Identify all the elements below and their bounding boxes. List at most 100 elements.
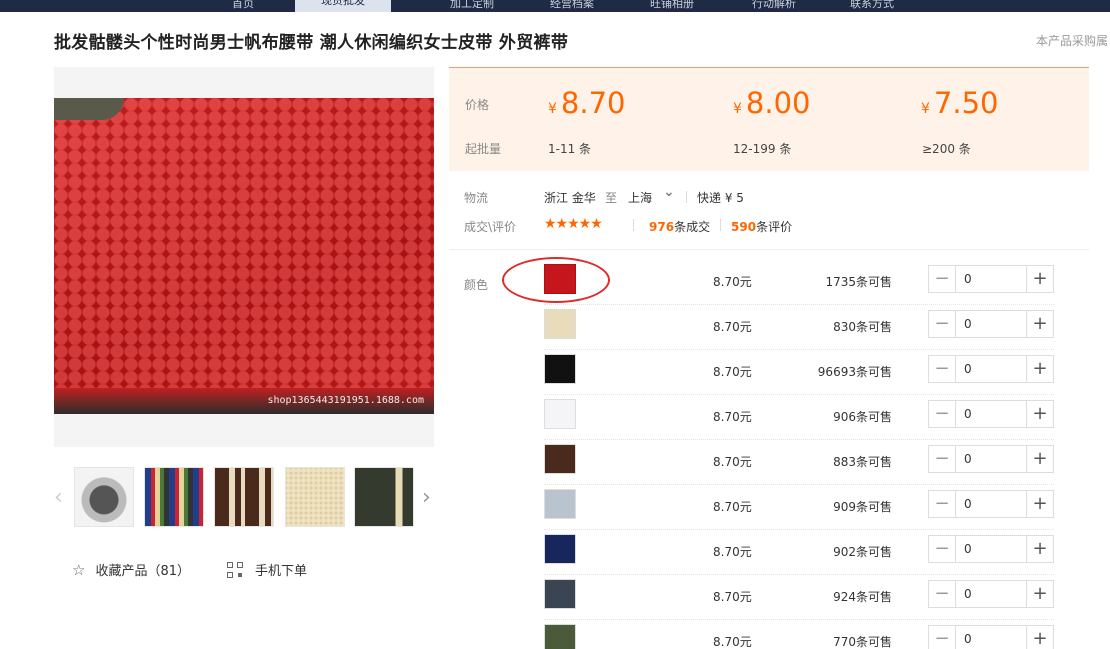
qty-range-2: 12-199 条 (733, 142, 792, 156)
sku-stock-value: 902 (833, 545, 856, 559)
sku-price-value: 8.70 (713, 365, 740, 379)
increment-button[interactable]: + (1026, 491, 1053, 517)
quantity-input[interactable]: 0 (956, 536, 1026, 562)
sku-stock: 924条可售 (833, 588, 892, 605)
sku-row: 8.70元 96693条可售 −0 + (544, 350, 1054, 395)
review-count[interactable]: 590条评价 (731, 218, 792, 235)
decrement-button[interactable]: − (929, 356, 956, 382)
decrement-button[interactable]: − (929, 266, 956, 292)
sku-price-suffix: 元 (739, 500, 752, 514)
sku-price: 8.70元 (713, 633, 752, 649)
quantity-input[interactable]: 0 (956, 311, 1026, 337)
quantity-stepper: −0 + (928, 445, 1054, 473)
increment-button[interactable]: + (1026, 266, 1053, 292)
decrement-button[interactable]: − (929, 626, 956, 649)
color-swatch[interactable] (544, 309, 576, 339)
quantity-input[interactable]: 0 (956, 581, 1026, 607)
quantity-stepper: −0 + (928, 625, 1054, 649)
mobile-order-button[interactable]: 手机下单 (227, 560, 307, 579)
price-tier-2-value: 8.00 (745, 86, 811, 120)
logistics-origin: 浙江 金华 (544, 191, 596, 205)
thumbnail-4[interactable] (285, 467, 345, 527)
nav-item-wholesale[interactable]: 现货批发 (295, 0, 391, 12)
color-swatch[interactable] (544, 444, 576, 474)
color-swatch[interactable] (544, 354, 576, 384)
next-thumbnail-arrow-icon[interactable]: › (422, 485, 431, 510)
thumbnail-5[interactable] (354, 467, 414, 527)
currency-symbol: ¥ (548, 101, 557, 117)
thumbnail-1[interactable] (74, 467, 134, 527)
sku-stock: 909条可售 (833, 498, 892, 515)
quantity-input[interactable]: 0 (956, 356, 1026, 382)
color-swatch[interactable] (544, 534, 576, 564)
decrement-button[interactable]: − (929, 401, 956, 427)
deals-suffix: 条成交 (674, 220, 711, 234)
increment-button[interactable]: + (1026, 581, 1053, 607)
chevron-down-icon[interactable]: ⌄ (663, 184, 675, 200)
nav-item-custom[interactable]: 加工定制 (450, 0, 494, 11)
top-nav: 首页 现货批发 加工定制 经营档案 旺铺相册 行动解析 联系方式 (0, 0, 1110, 12)
nav-item-home[interactable]: 首页 (232, 0, 254, 11)
quantity-stepper: −0 + (928, 580, 1054, 608)
quantity-input[interactable]: 0 (956, 626, 1026, 649)
sku-price-value: 8.70 (713, 320, 740, 334)
color-swatch[interactable] (544, 489, 576, 519)
sku-price: 8.70元 (713, 363, 752, 380)
increment-button[interactable]: + (1026, 626, 1053, 649)
star-outline-icon: ☆ (72, 560, 86, 579)
sku-stock-value: 906 (833, 410, 856, 424)
color-swatch[interactable] (544, 399, 576, 429)
quantity-input[interactable]: 0 (956, 401, 1026, 427)
decrement-button[interactable]: − (929, 311, 956, 337)
moq-label: 起批量 (465, 142, 502, 156)
sku-row: 8.70元 883条可售 −0 + (544, 440, 1054, 485)
price-tier-1: ¥8.70 (548, 86, 626, 120)
color-swatch[interactable] (544, 579, 576, 609)
sku-price-value: 8.70 (713, 545, 740, 559)
sku-row: 8.70元 1735条可售 −0 + (544, 260, 1054, 305)
increment-button[interactable]: + (1026, 311, 1053, 337)
favorite-button[interactable]: ☆ 收藏产品（81） (72, 560, 190, 580)
color-swatch[interactable] (544, 264, 576, 294)
sku-price-suffix: 元 (739, 635, 752, 649)
logistics-destination[interactable]: 上海 (628, 189, 652, 206)
price-tier-3-value: 7.50 (933, 86, 999, 120)
increment-button[interactable]: + (1026, 356, 1053, 382)
color-swatch[interactable] (544, 624, 576, 649)
main-product-image[interactable]: shop1365443191951.1688.com (54, 98, 434, 414)
thumbnail-3[interactable] (214, 467, 274, 527)
deals-count[interactable]: 976条成交 (649, 218, 710, 235)
price-tier-1-value: 8.70 (560, 86, 626, 120)
quantity-input[interactable]: 0 (956, 491, 1026, 517)
sku-price-suffix: 元 (739, 590, 752, 604)
sku-stock: 830条可售 (833, 318, 892, 335)
currency-symbol: ¥ (733, 101, 742, 117)
procurement-notice: 本产品采购属 (1036, 34, 1109, 48)
sku-price-value: 8.70 (713, 455, 740, 469)
sku-price: 8.70元 (713, 408, 752, 425)
sku-stock: 906条可售 (833, 408, 892, 425)
thumbnail-2[interactable] (144, 467, 204, 527)
increment-button[interactable]: + (1026, 446, 1053, 472)
sku-stock-value: 924 (833, 590, 856, 604)
quantity-input[interactable]: 0 (956, 446, 1026, 472)
quantity-stepper: −0 + (928, 535, 1054, 563)
deals-count-value: 976 (649, 220, 675, 234)
increment-button[interactable]: + (1026, 536, 1053, 562)
quantity-input[interactable]: 0 (956, 266, 1026, 292)
prev-thumbnail-arrow-icon[interactable]: ‹ (54, 485, 63, 510)
decrement-button[interactable]: − (929, 581, 956, 607)
sku-price: 8.70元 (713, 543, 752, 560)
quantity-stepper: −0 + (928, 310, 1054, 338)
rating-stars-icon: ★★★★★ (544, 216, 603, 232)
sku-stock-value: 96693 (817, 365, 856, 379)
qty-range-3: ≥200 条 (922, 142, 971, 156)
increment-button[interactable]: + (1026, 401, 1053, 427)
nav-item-analysis[interactable]: 行动解析 (752, 0, 796, 11)
decrement-button[interactable]: − (929, 446, 956, 472)
decrement-button[interactable]: − (929, 536, 956, 562)
nav-item-album[interactable]: 旺铺相册 (650, 0, 694, 11)
nav-item-profile[interactable]: 经营档案 (550, 0, 594, 11)
decrement-button[interactable]: − (929, 491, 956, 517)
nav-item-contact[interactable]: 联系方式 (850, 0, 894, 11)
